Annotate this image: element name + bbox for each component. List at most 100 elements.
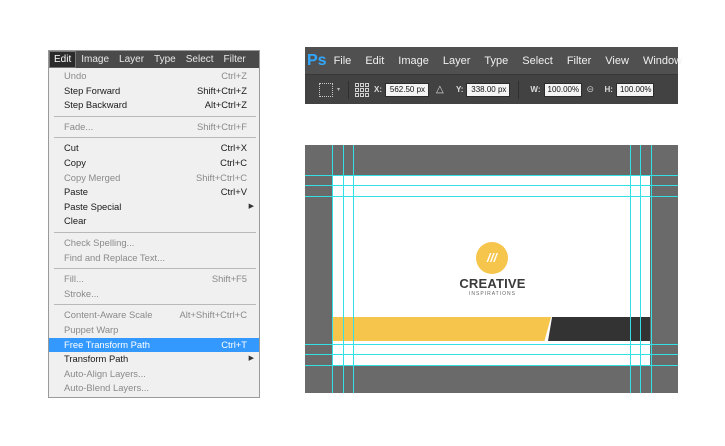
logo-subtitle: INSPIRATIONS xyxy=(469,291,516,297)
y-label: Y: xyxy=(456,85,464,94)
menu-item-shortcut: Ctrl+Z xyxy=(221,70,247,81)
menu-item-label: Fade... xyxy=(64,120,94,132)
ps-menu-window[interactable]: Window xyxy=(636,55,689,67)
dark-stripe xyxy=(548,317,650,341)
menu-item-label: Auto-Align Layers... xyxy=(64,367,146,379)
submenu-arrow-icon: ▶ xyxy=(248,202,254,210)
edit-menu-list: Undo Ctrl+Z Step Forward Shift+Ctrl+Z Step B… xyxy=(49,68,259,396)
menu-item-shortcut: Ctrl+X xyxy=(220,142,247,154)
ps-menu-view[interactable]: View xyxy=(598,55,636,67)
ps-menu-edit[interactable]: Edit xyxy=(358,55,391,67)
document-canvas[interactable]: /// CREATIVE INSPIRATIONS xyxy=(305,145,678,393)
menu-item-free-transform-path[interactable]: Free Transform Path Ctrl+T xyxy=(49,337,259,353)
menu-item-transform-path[interactable]: Transform Path ▶ xyxy=(49,352,259,367)
horizontal-guide[interactable] xyxy=(305,175,678,176)
ps-menu-select[interactable]: Select xyxy=(515,55,560,67)
menubar-item-layer[interactable]: Layer xyxy=(114,51,149,68)
x-label: X: xyxy=(374,85,383,94)
menu-item-find-and-replace-text[interactable]: Find and Replace Text... xyxy=(49,251,259,266)
menu-separator xyxy=(54,231,256,233)
menu-item-auto-align-layers[interactable]: Auto-Align Layers... xyxy=(49,367,259,382)
menu-item-paste-special[interactable]: Paste Special ▶ xyxy=(49,200,259,215)
menu-item-label: Step Forward xyxy=(64,84,121,96)
menu-separator xyxy=(54,304,256,306)
h-label: H: xyxy=(604,85,613,94)
menu-item-paste[interactable]: Paste Ctrl+V xyxy=(49,185,259,200)
menu-item-label: Auto-Blend Layers... xyxy=(64,382,149,394)
width-field[interactable]: 100.00% xyxy=(543,82,582,97)
menu-item-cut[interactable]: Cut Ctrl+X xyxy=(49,141,259,156)
menu-item-shortcut: Shift+F5 xyxy=(211,273,247,285)
menu-item-label: Copy Merged xyxy=(64,171,121,183)
vertical-guide[interactable] xyxy=(640,145,641,393)
menubar-item-filter[interactable]: Filter xyxy=(219,51,251,68)
menu-item-stroke[interactable]: Stroke... xyxy=(49,287,259,302)
options-bar: ▾ X: 562.50 px △ Y: 338.00 px W: 100.00%… xyxy=(305,74,678,104)
ps-menu-type[interactable]: Type xyxy=(477,55,515,67)
ps-menu-filter[interactable]: Filter xyxy=(560,55,598,67)
tool-preset-caret-icon[interactable]: ▾ xyxy=(337,86,340,93)
vertical-guide[interactable] xyxy=(343,145,344,393)
photoshop-toolbar: Ps File Edit Image Layer Type Select Filter Vie… xyxy=(305,47,682,104)
vertical-guide[interactable] xyxy=(353,145,354,393)
menu-item-label: Stroke... xyxy=(64,287,99,299)
menu-item-step-backward[interactable]: Step Backward Alt+Ctrl+Z xyxy=(49,98,259,113)
horizontal-guide[interactable] xyxy=(305,365,678,366)
menu-item-fill[interactable]: Fill... Shift+F5 xyxy=(49,272,259,287)
menu-item-shortcut: Alt+Shift+Ctrl+C xyxy=(179,309,247,321)
logo-circle-icon: /// xyxy=(476,242,508,274)
menu-separator xyxy=(54,137,256,139)
menu-item-shortcut: Shift+Ctrl+C xyxy=(195,171,247,183)
menu-item-label: Free Transform Path xyxy=(64,338,150,350)
height-field[interactable]: 100.00% xyxy=(615,82,654,97)
menu-item-auto-blend-layers[interactable]: Auto-Blend Layers... xyxy=(49,381,259,396)
menu-item-label: Find and Replace Text... xyxy=(64,251,165,263)
menu-item-shortcut: Shift+Ctrl+Z xyxy=(196,84,247,96)
horizontal-guide[interactable] xyxy=(305,344,678,345)
menu-item-label: Fill... xyxy=(64,273,84,285)
menu-item-copy-merged[interactable]: Copy Merged Shift+Ctrl+C xyxy=(49,171,259,186)
ps-menu-image[interactable]: Image xyxy=(391,55,436,67)
vertical-guide[interactable] xyxy=(332,145,333,393)
menu-item-puppet-warp[interactable]: Puppet Warp xyxy=(49,323,259,338)
menubar-item-select[interactable]: Select xyxy=(181,51,219,68)
logo-title: CREATIVE xyxy=(459,276,526,291)
horizontal-guide[interactable] xyxy=(305,196,678,197)
menu-item-label: Undo xyxy=(64,70,87,81)
horizontal-guide[interactable] xyxy=(305,354,678,355)
link-aspect-ratio-icon[interactable]: ⊝ xyxy=(587,84,597,95)
photoshop-logo-icon: Ps xyxy=(307,51,327,69)
ps-menu-layer[interactable]: Layer xyxy=(436,55,478,67)
horizontal-guide[interactable] xyxy=(305,185,678,186)
relative-position-icon[interactable]: △ xyxy=(436,84,446,95)
menu-item-label: Clear xyxy=(64,215,87,227)
vertical-guide[interactable] xyxy=(651,145,652,393)
transform-tool-icon[interactable] xyxy=(319,82,333,97)
menu-item-copy[interactable]: Copy Ctrl+C xyxy=(49,156,259,171)
divider xyxy=(348,80,350,99)
x-position-field[interactable]: 562.50 px xyxy=(385,82,430,97)
submenu-arrow-icon: ▶ xyxy=(248,355,254,363)
menu-item-fade[interactable]: Fade... Shift+Ctrl+F xyxy=(49,120,259,135)
menubar-item-type[interactable]: Type xyxy=(149,51,181,68)
menu-item-shortcut: Ctrl+V xyxy=(220,186,247,198)
menu-item-check-spelling[interactable]: Check Spelling... xyxy=(49,236,259,251)
menu-separator xyxy=(54,115,256,117)
menu-item-undo[interactable]: Undo Ctrl+Z xyxy=(49,69,259,84)
vertical-guide[interactable] xyxy=(630,145,631,393)
menu-item-shortcut: Shift+Ctrl+F xyxy=(196,120,247,132)
menubar-item-image[interactable]: Image xyxy=(76,51,114,68)
yellow-stripe xyxy=(332,317,551,341)
menu-item-label: Transform Path xyxy=(64,353,129,365)
edit-menu-panel: Edit Image Layer Type Select Filter Undo Ctrl+… xyxy=(48,50,260,398)
menubar-item-edit[interactable]: Edit xyxy=(49,51,77,68)
menu-item-label: Step Backward xyxy=(64,99,128,111)
menu-item-step-forward[interactable]: Step Forward Shift+Ctrl+Z xyxy=(49,84,259,99)
menu-item-shortcut: Ctrl+C xyxy=(220,156,247,168)
ps-menu-file[interactable]: File xyxy=(327,55,359,67)
reference-point-icon[interactable] xyxy=(355,82,370,97)
y-position-field[interactable]: 338.00 px xyxy=(466,82,511,97)
menu-item-clear[interactable]: Clear xyxy=(49,214,259,229)
menu-item-label: Paste xyxy=(64,186,88,198)
menu-item-content-aware-scale[interactable]: Content-Aware Scale Alt+Shift+Ctrl+C xyxy=(49,308,259,323)
